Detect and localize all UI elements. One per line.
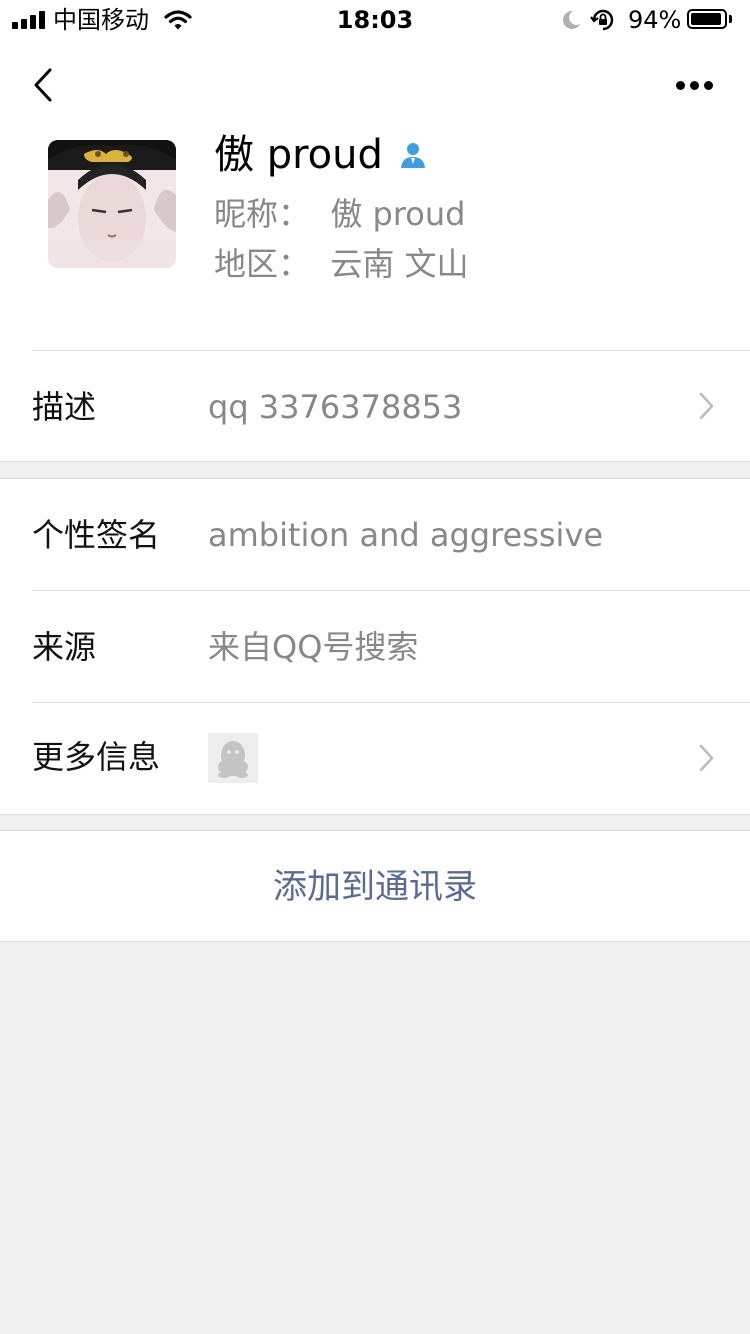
more-options-button[interactable] — [668, 64, 720, 104]
battery-icon — [687, 9, 733, 31]
contact-name: 傲 proud — [214, 132, 383, 178]
nickname-line: 昵称： 傲 proud — [214, 195, 466, 233]
contact-profile-screen: 中国移动 18:03 94% 傲 proud 昵称： 傲 proud 地区： 云… — [0, 0, 750, 1334]
description-value: qq 3376378853 — [208, 388, 463, 426]
signature-row: 个性签名 ambition and aggressive — [0, 479, 750, 590]
description-label: 描述 — [32, 388, 97, 426]
back-button[interactable] — [22, 60, 66, 110]
region-line: 地区： 云南 文山 — [214, 245, 469, 283]
signature-label: 个性签名 — [32, 516, 161, 554]
source-label: 来源 — [32, 628, 97, 666]
profile-header: 傲 proud 昵称： 傲 proud 地区： 云南 文山 描述 qq 3376… — [0, 40, 750, 461]
more-dots-icon — [676, 81, 685, 90]
avatar[interactable] — [48, 140, 176, 268]
more-info-label: 更多信息 — [32, 738, 161, 776]
add-to-contacts-label: 添加到通讯录 — [273, 867, 477, 907]
qq-penguin-icon — [208, 733, 258, 783]
source-row: 来源 来自QQ号搜索 — [0, 591, 750, 702]
source-value: 来自QQ号搜索 — [208, 628, 419, 666]
contact-person-icon — [401, 143, 425, 168]
chevron-right-icon — [699, 392, 714, 420]
add-to-contacts-button[interactable]: 添加到通讯录 — [0, 830, 750, 942]
description-row[interactable]: 描述 qq 3376378853 — [0, 351, 750, 461]
moon-icon — [562, 10, 580, 29]
more-info-row[interactable]: 更多信息 — [0, 703, 750, 814]
chevron-right-icon — [699, 744, 714, 772]
details-group: 个性签名 ambition and aggressive 来源 来自QQ号搜索 … — [0, 478, 750, 815]
status-bar: 中国移动 18:03 94% — [0, 0, 750, 40]
section-divider — [0, 461, 750, 462]
battery-percent: 94% — [628, 6, 682, 34]
rotation-lock-icon — [590, 9, 614, 31]
signature-value: ambition and aggressive — [208, 516, 604, 554]
